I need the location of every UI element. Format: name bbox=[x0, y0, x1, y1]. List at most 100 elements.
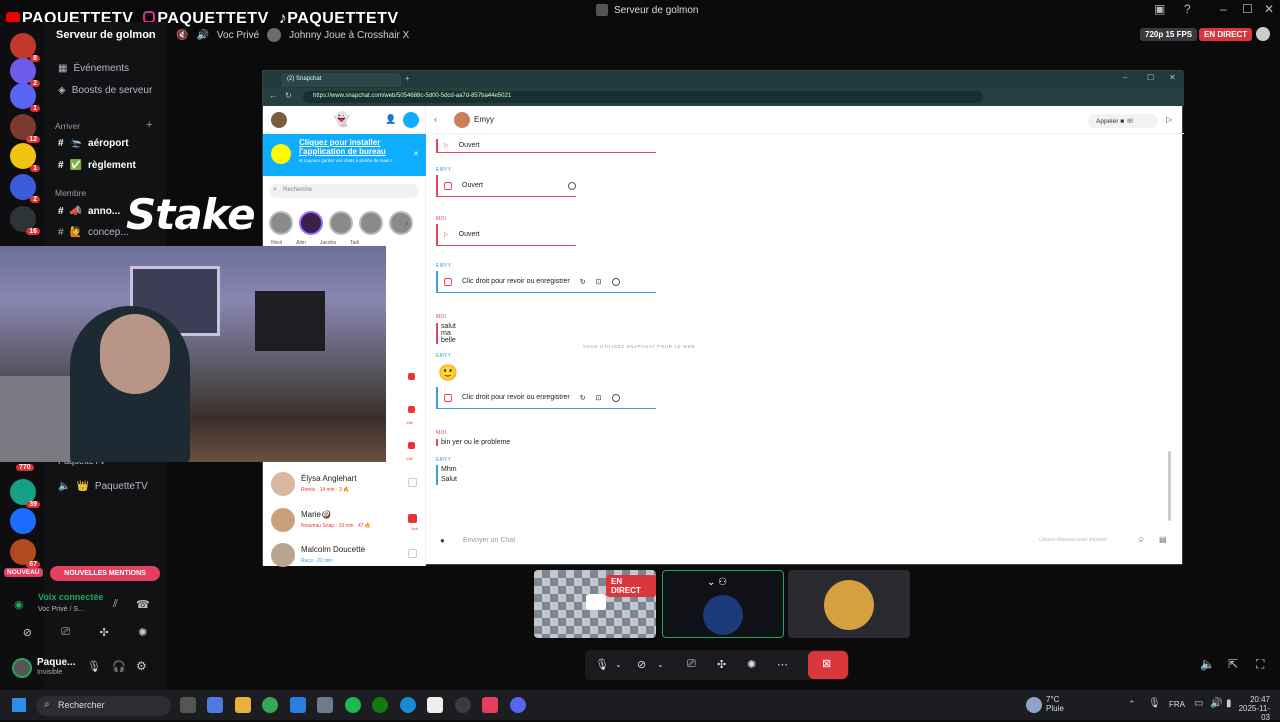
maximize-icon[interactable]: ☐ bbox=[1242, 2, 1253, 16]
camera-icon[interactable] bbox=[408, 549, 417, 558]
message-snap[interactable]: Clic droit pour revoir ou enregistrer ↻ ⊡ bbox=[436, 271, 656, 293]
server-icon[interactable]: 8 bbox=[10, 33, 40, 62]
channel-reglement[interactable]: # ✅ règlement bbox=[58, 160, 136, 171]
new-badge[interactable]: NOUVEAU bbox=[4, 568, 43, 577]
clock[interactable]: 20:47 2025-11-03 bbox=[1230, 695, 1270, 722]
tray-chevron-icon[interactable]: ⌃ bbox=[1128, 699, 1136, 710]
server-icon[interactable] bbox=[10, 508, 36, 534]
back-icon[interactable]: ← bbox=[269, 91, 277, 100]
friend-row[interactable]: Marie🥥 Nouveau Snap · 19 min · 47 🔥 Voir bbox=[271, 506, 421, 536]
reload-icon[interactable]: ↻ bbox=[285, 91, 292, 100]
weather[interactable]: 7°C Pluie bbox=[1046, 695, 1064, 713]
more-icon[interactable]: ⋯ bbox=[777, 658, 788, 671]
chat-icon[interactable] bbox=[1256, 27, 1270, 41]
settings-icon[interactable] bbox=[317, 697, 333, 713]
activities-icon[interactable]: ✣ bbox=[717, 658, 726, 671]
story-avatar[interactable] bbox=[359, 211, 383, 235]
server-name[interactable]: Serveur de golmon bbox=[56, 29, 156, 41]
volume-icon[interactable]: 🔈 bbox=[1200, 657, 1215, 671]
tiktok-icon[interactable] bbox=[482, 697, 498, 713]
url-bar[interactable]: https://www.snapchat.com/web/5054688c-5d… bbox=[303, 91, 983, 103]
new-mentions-button[interactable]: NOUVELLES MENTIONS bbox=[50, 566, 160, 581]
copilot-icon[interactable] bbox=[207, 697, 223, 713]
voice-channel-name[interactable]: Voc Privé bbox=[217, 30, 259, 41]
replay-icon[interactable]: ↻ bbox=[580, 394, 586, 402]
server-icon[interactable]: 12 bbox=[10, 114, 40, 143]
events-item[interactable]: ▦ Événements bbox=[58, 63, 129, 74]
end-call-button[interactable]: ⊠ bbox=[808, 651, 848, 679]
chat-input[interactable]: Envoyer un Chat bbox=[463, 537, 515, 544]
call-button[interactable]: Appeler ■ ☏ bbox=[1088, 114, 1158, 128]
fullscreen-icon[interactable]: ⛶ bbox=[1256, 657, 1264, 672]
microphone-icon[interactable]: 🎙 bbox=[1148, 698, 1161, 709]
popout-icon[interactable]: ⇱ bbox=[1228, 657, 1238, 671]
channel-annonces[interactable]: # 📣 anno... bbox=[58, 206, 120, 217]
add-friend-icon[interactable]: 👤 bbox=[385, 114, 396, 125]
obs-icon[interactable] bbox=[455, 697, 471, 713]
search-input[interactable]: Recherche bbox=[269, 184, 419, 198]
microphone-icon[interactable]: 🎙 bbox=[595, 658, 609, 671]
store-icon[interactable] bbox=[427, 697, 443, 713]
volume-icon[interactable]: 🔊 bbox=[1210, 698, 1222, 709]
new-tab-icon[interactable]: + bbox=[405, 74, 410, 83]
camera-icon[interactable] bbox=[611, 393, 620, 402]
server-icon[interactable]: 16 bbox=[10, 206, 40, 235]
soundboard-icon[interactable]: ✺ bbox=[138, 626, 147, 639]
server-icon[interactable]: 1 bbox=[10, 143, 40, 172]
maximize-icon[interactable]: ☐ bbox=[1147, 73, 1154, 82]
soundboard-icon[interactable]: ✺ bbox=[747, 658, 756, 671]
disconnect-icon[interactable]: ☎ bbox=[136, 598, 150, 611]
camera-icon[interactable] bbox=[408, 478, 417, 487]
taskview-icon[interactable] bbox=[180, 697, 196, 713]
camera-off-icon[interactable]: ⊘ bbox=[637, 658, 646, 671]
avatar[interactable] bbox=[271, 112, 287, 128]
back-icon[interactable]: ‹ bbox=[434, 114, 437, 124]
close-icon[interactable]: ✕ bbox=[1264, 2, 1274, 16]
user-tile[interactable] bbox=[788, 570, 910, 638]
windows-start-icon[interactable] bbox=[12, 698, 26, 712]
sticker-icon[interactable]: ▤ bbox=[1159, 535, 1167, 544]
server-icon[interactable]: 1 bbox=[10, 83, 40, 112]
activities-icon[interactable]: ✣ bbox=[99, 626, 108, 639]
chevron-down-icon[interactable]: ⌄ bbox=[144, 29, 152, 40]
channel-concepts[interactable]: # 🙋 concep... bbox=[58, 227, 129, 238]
minimize-icon[interactable]: – bbox=[1220, 2, 1227, 16]
spotify-icon[interactable] bbox=[345, 697, 361, 713]
channel-aeroport[interactable]: # 🛬 aéroport bbox=[58, 138, 129, 149]
minimize-icon[interactable]: – bbox=[1123, 73, 1127, 82]
friend-row[interactable]: Malcolm Doucette Reçu · 22 min bbox=[271, 541, 421, 571]
discord-icon[interactable] bbox=[510, 697, 526, 713]
close-icon[interactable]: ✕ bbox=[413, 150, 419, 158]
replay-icon[interactable]: ↻ bbox=[580, 278, 586, 286]
story-avatar[interactable] bbox=[299, 211, 323, 235]
server-icon[interactable]: 67 bbox=[10, 539, 40, 568]
voice-user[interactable]: 🔈 👑 PaquetteTV bbox=[58, 481, 148, 492]
noise-suppression-icon[interactable]: ⫽ bbox=[113, 598, 118, 611]
edge-icon[interactable] bbox=[400, 697, 416, 713]
camera-icon[interactable]: ● bbox=[440, 536, 445, 545]
save-icon[interactable]: ⊡ bbox=[596, 278, 602, 286]
chat-name[interactable]: Emyy bbox=[474, 115, 494, 124]
message-snap[interactable]: Clic droit pour revoir ou enregistrer ↻ ⊡ bbox=[436, 387, 656, 409]
save-icon[interactable]: ⊡ bbox=[596, 394, 602, 402]
screen-share-icon[interactable]: ⎚ bbox=[687, 658, 696, 671]
new-chat-icon[interactable] bbox=[403, 112, 419, 128]
category-arriver[interactable]: Arriver bbox=[55, 121, 80, 131]
browser-tab[interactable]: (2) Snapchat bbox=[281, 73, 401, 87]
chevron-down-icon[interactable]: ⌄ bbox=[615, 660, 622, 669]
xbox-icon[interactable] bbox=[372, 697, 388, 713]
camera-icon[interactable] bbox=[568, 181, 576, 190]
scrollbar[interactable] bbox=[1168, 451, 1171, 521]
stream-tile[interactable]: EN DIRECT bbox=[534, 570, 656, 638]
server-icon[interactable]: 2 bbox=[10, 174, 40, 203]
voice-connected-sub[interactable]: Voc Privé / S... bbox=[38, 606, 84, 613]
inbox-icon[interactable]: ▣ bbox=[1154, 2, 1165, 16]
boosts-item[interactable]: ◈ Boosts de serveur bbox=[58, 85, 152, 96]
camera-icon[interactable] bbox=[611, 277, 620, 286]
folder-icon[interactable] bbox=[235, 697, 251, 713]
camera-off-icon[interactable]: ⊘ bbox=[23, 626, 32, 639]
screen-share-icon[interactable]: ⎚ bbox=[61, 626, 70, 639]
help-icon[interactable]: ? bbox=[1184, 2, 1191, 16]
friend-row[interactable]: Élysa Anglehart Remis · 14 min · 3 🔥 bbox=[271, 470, 421, 500]
chevron-right-icon[interactable]: › bbox=[405, 218, 408, 228]
